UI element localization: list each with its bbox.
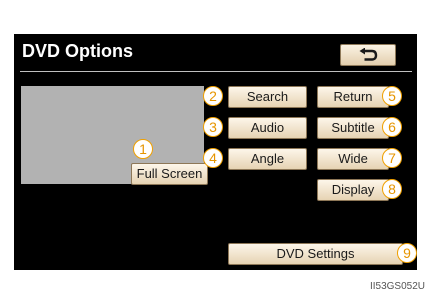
callout-9: 9 xyxy=(397,243,417,263)
callout-3: 3 xyxy=(203,117,223,137)
callout-8: 8 xyxy=(382,179,402,199)
callout-4: 4 xyxy=(203,148,223,168)
image-code: II53GS052U xyxy=(369,281,425,292)
dvd-settings-button[interactable]: DVD Settings xyxy=(228,243,403,265)
return-arrow-icon xyxy=(359,48,378,61)
audio-button[interactable]: Audio xyxy=(228,117,307,139)
figure-frame: DVD Options Full Screen Search Audio Ang… xyxy=(0,0,427,293)
angle-button[interactable]: Angle xyxy=(228,148,307,170)
return-button[interactable]: Return xyxy=(317,86,389,108)
page-title: DVD Options xyxy=(22,41,133,61)
full-screen-button[interactable]: Full Screen xyxy=(131,163,208,185)
subtitle-button[interactable]: Subtitle xyxy=(317,117,389,139)
callout-1: 1 xyxy=(133,139,153,159)
display-button[interactable]: Display xyxy=(317,179,389,201)
callout-5: 5 xyxy=(382,86,402,106)
callout-6: 6 xyxy=(382,117,402,137)
back-button[interactable] xyxy=(340,44,396,66)
wide-button[interactable]: Wide xyxy=(317,148,389,170)
callout-2: 2 xyxy=(203,86,223,106)
callout-7: 7 xyxy=(382,148,402,168)
title-divider xyxy=(20,71,412,72)
search-button[interactable]: Search xyxy=(228,86,307,108)
